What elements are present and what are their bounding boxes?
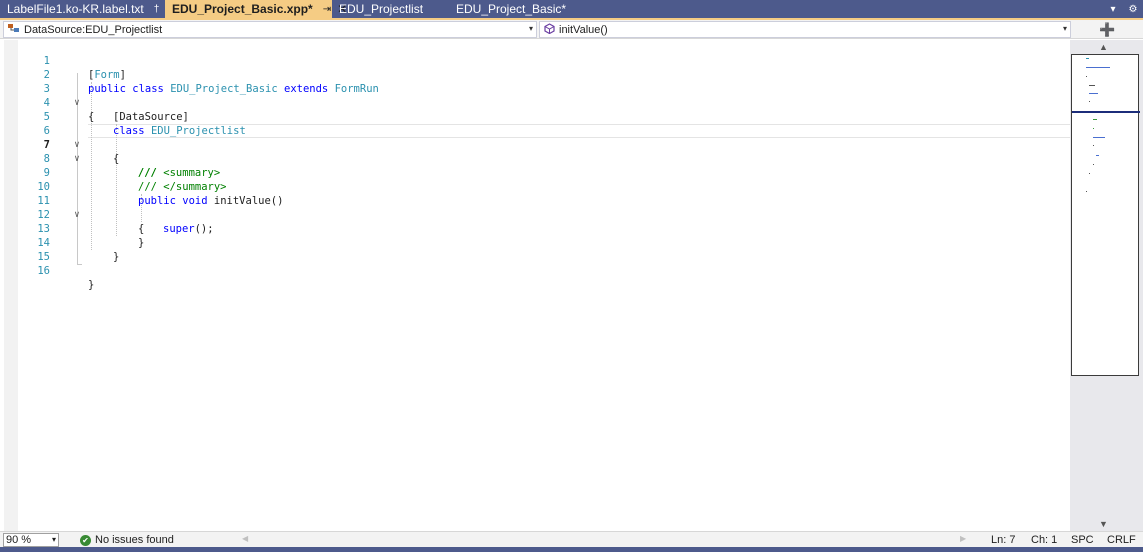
code-line: 11 ∨ { — [0, 180, 1070, 235]
editor-status-bar: 90 % ▾ ✔ No issues found ◀ ▶ Ln: 7 Ch: 1… — [0, 531, 1143, 547]
pin-icon[interactable]: ⇥ — [323, 4, 331, 15]
fold-scope-end — [77, 264, 82, 265]
check-circle-icon: ✔ — [80, 534, 91, 546]
code-line: 14 } — [0, 222, 1070, 263]
code-line: 1 [Form] — [0, 40, 1070, 81]
issues-text: No issues found — [95, 534, 174, 546]
scroll-up-icon[interactable]: ▲ — [1099, 42, 1108, 52]
tab-edu-projectlist[interactable]: EDU_Projectlist — [332, 0, 449, 18]
chevron-down-icon[interactable]: ▾ — [1063, 24, 1067, 33]
minimap-stroke — [1086, 67, 1110, 68]
minimap-stroke — [1089, 101, 1090, 102]
minimap-stroke — [1093, 119, 1097, 120]
method-cube-icon — [544, 22, 555, 37]
zoom-value: 90 % — [6, 534, 32, 546]
minimap-stroke — [1086, 76, 1087, 77]
tab-dropdown-icon[interactable]: ▾ — [1103, 0, 1123, 18]
code-line: 13 } — [0, 208, 1070, 249]
scroll-right-icon[interactable]: ▶ — [960, 534, 966, 543]
scroll-down-icon[interactable]: ▼ — [1099, 519, 1108, 529]
code-line: 9 /// </summary> — [0, 152, 1070, 193]
pin-icon[interactable]: † — [154, 4, 160, 15]
navigation-bar: DataSource:EDU_Projectlist ▾ initValue()… — [0, 20, 1143, 39]
split-window-icon[interactable]: ➕ — [1074, 21, 1141, 38]
gear-icon[interactable]: ⚙ — [1123, 0, 1143, 18]
minimap-stroke — [1093, 145, 1094, 146]
zoom-combo[interactable]: 90 % ▾ — [3, 533, 59, 547]
code-line: 4 [DataSource] — [0, 82, 1070, 123]
datasource-combo[interactable]: DataSource:EDU_Projectlist ▾ — [3, 21, 537, 38]
code-line: 6 ∨ { — [0, 110, 1070, 165]
minimap-current-position — [1072, 111, 1140, 113]
code-line: 12 super(); — [0, 194, 1070, 235]
document-tab-strip: LabelFile1.ko-KR.label.txt † EDU_Project… — [0, 0, 1143, 18]
chevron-down-icon[interactable]: ▾ — [529, 24, 533, 33]
code-line: 5 class EDU_Projectlist — [0, 96, 1070, 137]
issues-indicator[interactable]: ✔ No issues found — [80, 533, 174, 547]
column-indicator[interactable]: Ch: 1 — [1031, 533, 1057, 547]
window-bottom-border — [0, 547, 1143, 552]
tab-edu-project-basic[interactable]: EDU_Project_Basic* — [449, 0, 589, 18]
tab-label: EDU_Project_Basic* — [456, 2, 567, 16]
scroll-left-icon[interactable]: ◀ — [242, 534, 248, 543]
tab-label: LabelFile1.ko-KR.label.txt — [7, 2, 144, 16]
tab-labelfile[interactable]: LabelFile1.ko-KR.label.txt † — [0, 0, 165, 18]
minimap-stroke — [1086, 58, 1089, 59]
line-ending-indicator[interactable]: CRLF — [1107, 533, 1136, 547]
datasource-icon — [8, 23, 20, 37]
minimap-stroke — [1093, 137, 1105, 138]
code-line: 10 public void initValue() — [0, 166, 1070, 207]
minimap-viewport[interactable] — [1071, 54, 1140, 376]
tab-label: EDU_Projectlist — [339, 2, 424, 16]
code-line: 16 } — [0, 250, 1070, 291]
code-editor[interactable]: 1 [Form] 2 public class EDU_Project_Basi… — [0, 40, 1070, 531]
tab-label: EDU_Project_Basic.xpp* — [172, 2, 313, 16]
code-line: 2 public class EDU_Project_Basic extends… — [0, 54, 1070, 95]
minimap-stroke — [1089, 173, 1090, 174]
minimap-stroke — [1096, 155, 1099, 156]
minimap-stroke — [1086, 191, 1087, 192]
datasource-combo-value: DataSource:EDU_Projectlist — [24, 23, 163, 36]
code-line: 8 /// — [0, 138, 1070, 179]
minimap-stroke — [1093, 164, 1094, 165]
line-number: 16 — [37, 265, 50, 277]
code-line: 15 — [0, 236, 1070, 263]
tab-strip-spacer — [589, 0, 1103, 18]
method-combo-value: initValue() — [559, 23, 608, 36]
code-token: } — [88, 279, 95, 291]
minimap-stroke — [1093, 128, 1094, 129]
method-combo[interactable]: initValue() ▾ — [539, 21, 1071, 38]
line-indicator[interactable]: Ln: 7 — [991, 533, 1015, 547]
code-line: 3 ∨ { — [0, 68, 1070, 123]
tab-edu-project-basic-xpp[interactable]: EDU_Project_Basic.xpp* ⇥ ✕ — [165, 0, 347, 18]
minimap-stroke — [1089, 93, 1098, 94]
code-line: 7 ∨ /// <summary> — [0, 124, 1070, 179]
minimap-scrollbar[interactable]: ▲ ▼ — [1070, 40, 1143, 531]
indent-mode-indicator[interactable]: SPC — [1071, 533, 1094, 547]
chevron-down-icon[interactable]: ▾ — [52, 535, 56, 544]
minimap-stroke — [1089, 85, 1095, 86]
